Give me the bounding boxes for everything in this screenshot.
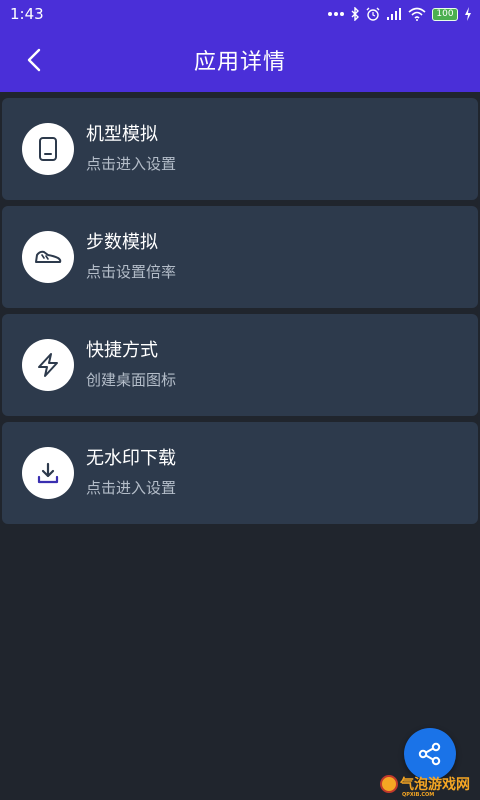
- item-title: 快捷方式: [86, 340, 158, 361]
- watermark-text: 气泡游戏网: [400, 777, 470, 793]
- item-subtitle: 点击进入设置: [86, 155, 177, 173]
- watermark-logo: [380, 775, 398, 793]
- share-icon: [418, 742, 441, 766]
- back-button[interactable]: [18, 44, 50, 76]
- item-title: 机型模拟: [86, 124, 158, 145]
- page-title: 应用详情: [193, 50, 286, 75]
- download-icon-circle: [22, 447, 74, 499]
- watermark: 气泡游戏网 QPXIB.COM: [380, 770, 470, 798]
- app-bar: 应用详情: [0, 28, 480, 92]
- back-arrow-icon: [27, 48, 41, 72]
- watermark-subtext: QPXIB.COM: [402, 792, 435, 798]
- shoe-icon: [35, 250, 62, 263]
- item-title: 步数模拟: [86, 232, 158, 253]
- charging-icon: [465, 7, 471, 21]
- status-icons: 100: [328, 7, 472, 21]
- item-subtitle: 点击设置倍率: [86, 263, 177, 281]
- shoe-icon-circle: [22, 231, 74, 283]
- bluetooth-icon: [351, 7, 359, 21]
- item-subtitle: 创建桌面图标: [86, 371, 177, 389]
- wifi-icon: [408, 7, 426, 21]
- status-time: 1:43: [10, 5, 44, 23]
- status-bar: 1:43 100: [0, 0, 480, 28]
- battery-icon: 100: [432, 7, 458, 21]
- alarm-icon: [366, 7, 380, 21]
- device-icon: [39, 137, 57, 161]
- settings-list: 机型模拟 点击进入设置 步数模拟 点击设置倍率 快捷方式 创建桌面图标 无水印下…: [2, 98, 478, 530]
- lightning-icon: [38, 353, 58, 377]
- lightning-icon-circle: [22, 339, 74, 391]
- more-icon: [328, 12, 344, 16]
- list-item-device-simulation[interactable]: 机型模拟 点击进入设置: [2, 98, 478, 200]
- list-item-step-simulation[interactable]: 步数模拟 点击设置倍率: [2, 206, 478, 308]
- download-icon: [37, 462, 59, 484]
- signal-icon: [387, 8, 401, 20]
- battery-level: 100: [436, 9, 454, 19]
- list-item-watermark-free-download[interactable]: 无水印下载 点击进入设置: [2, 422, 478, 524]
- list-item-shortcut[interactable]: 快捷方式 创建桌面图标: [2, 314, 478, 416]
- item-subtitle: 点击进入设置: [86, 479, 177, 497]
- device-icon-circle: [22, 123, 74, 175]
- item-title: 无水印下载: [86, 448, 176, 469]
